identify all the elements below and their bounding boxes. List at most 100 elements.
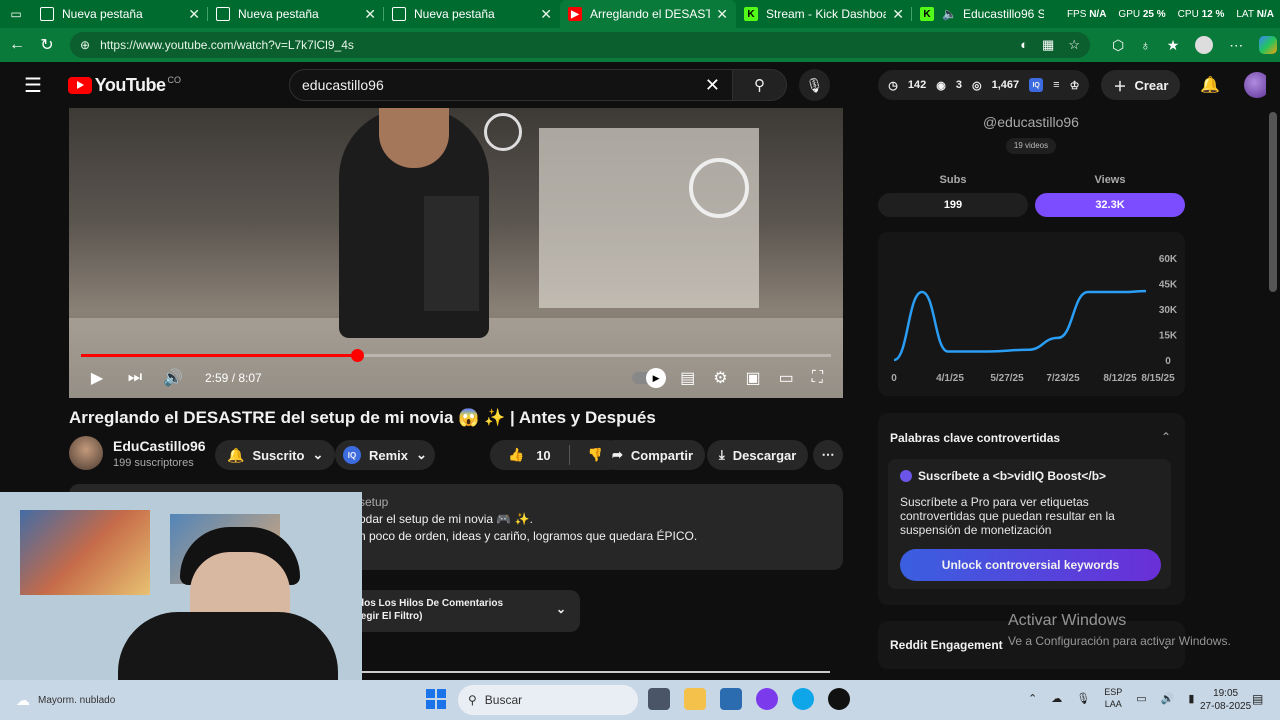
discord-icon[interactable] xyxy=(756,688,778,710)
url-field[interactable]: ⊕ https://www.youtube.com/watch?v=L7k7lC… xyxy=(70,32,1090,58)
tab-actions-icon[interactable]: ▭ xyxy=(0,0,32,28)
language-indicator[interactable]: ESP LAA xyxy=(1104,686,1122,710)
tab-nueva-2[interactable]: Nueva pestaña ✕ xyxy=(208,0,384,28)
store-icon[interactable] xyxy=(720,688,742,710)
volume-icon[interactable]: 🔊 xyxy=(155,368,191,388)
chevron-up-icon[interactable]: ⌃ xyxy=(1161,430,1171,444)
y-tick-label: 15K xyxy=(1159,331,1178,342)
file-explorer-icon[interactable] xyxy=(684,688,706,710)
y-tick-label: 60K xyxy=(1159,254,1178,265)
chevron-up-icon[interactable]: ⌃ xyxy=(1028,692,1037,705)
task-view-icon[interactable] xyxy=(648,688,670,710)
performance-icon[interactable]: ♁ xyxy=(1140,37,1151,53)
close-icon[interactable]: ✕ xyxy=(892,6,904,23)
tab-kick-dashboard[interactable]: K Stream - Kick Dashboard ✕ xyxy=(736,0,912,28)
trophy-icon[interactable]: ♔ xyxy=(1070,79,1080,92)
copilot-icon[interactable] xyxy=(1259,36,1278,54)
weather-widget[interactable]: ☁ Mayorm. nublado xyxy=(16,692,115,709)
close-icon[interactable]: ✕ xyxy=(364,6,376,23)
remix-button[interactable]: IQ Remix ⌄ xyxy=(335,440,435,470)
back-icon[interactable]: ← xyxy=(2,30,32,60)
network-icon[interactable]: ▭ xyxy=(1136,692,1146,705)
youtube-logo[interactable]: YouTube CO xyxy=(67,75,182,96)
next-icon[interactable]: ⏭ xyxy=(117,369,153,387)
search-input[interactable]: educastillo96 xyxy=(302,77,692,93)
favorite-star-icon[interactable]: ☆ xyxy=(1068,37,1080,53)
edge-icon[interactable] xyxy=(792,688,814,710)
scrollbar-thumb[interactable] xyxy=(1269,112,1277,292)
vidiq-stats-pill[interactable]: ◷ 142 ◉ 3 ◎ 1,467 IQ ≡ ♔ xyxy=(878,70,1090,100)
lat-readout: LAT N/A xyxy=(1236,8,1274,20)
more-actions-button[interactable]: ⋯ xyxy=(813,440,843,470)
views-tab[interactable]: 32.3K xyxy=(1035,193,1185,217)
more-icon[interactable]: ⋯ xyxy=(1229,37,1243,54)
filter-label: dos Los Hilos De Comentarios xyxy=(358,598,504,609)
tab-kick-stream[interactable]: K 🔈 Educastillo96 Stream xyxy=(912,0,1052,28)
download-button[interactable]: ⤓ Descargar xyxy=(707,440,809,470)
create-button[interactable]: ＋ Crear xyxy=(1101,70,1181,100)
unlock-keywords-button[interactable]: Unlock controversial keywords xyxy=(900,549,1161,581)
battery-icon[interactable]: ▮ xyxy=(1188,692,1194,705)
tab-nueva-3[interactable]: Nueva pestaña ✕ xyxy=(384,0,560,28)
progress-bar[interactable] xyxy=(81,349,831,362)
comments-filter-dropdown[interactable]: dos Los Hilos De Comentarios legir El Fi… xyxy=(340,590,580,632)
country-code: CO xyxy=(167,75,182,85)
youtube-header: ☰ YouTube CO educastillo96 ✕ ⚲ 🎙 ◷ 142 ◉ 3… xyxy=(0,62,1271,108)
search-button[interactable]: ⚲ xyxy=(733,69,787,101)
close-icon[interactable]: ✕ xyxy=(188,6,200,23)
mic-icon[interactable]: 🎙 xyxy=(1076,692,1090,705)
system-clock[interactable]: 19:05 27-08-2025 xyxy=(1200,687,1251,713)
like-icon[interactable]: 👍 xyxy=(508,447,524,463)
mute-icon[interactable]: 🔈 xyxy=(942,7,957,21)
menu-icon[interactable]: ☰ xyxy=(24,73,48,98)
site-info-icon[interactable]: ⊕ xyxy=(80,38,90,52)
apps-icon[interactable]: ▦ xyxy=(1042,37,1054,53)
clear-icon[interactable]: ✕ xyxy=(692,75,732,96)
notifications-icon[interactable]: 🔔 xyxy=(1200,75,1220,95)
voice-search-button[interactable]: 🎙 xyxy=(798,69,831,101)
reading-icon[interactable]: ◐ xyxy=(1020,37,1028,53)
fullscreen-icon[interactable]: ⛶ xyxy=(812,369,823,387)
views-label: Views xyxy=(1094,174,1126,186)
favorites-icon[interactable]: ★ xyxy=(1167,37,1180,54)
onedrive-icon[interactable]: ☁ xyxy=(1051,692,1062,705)
chevron-down-icon: ⌄ xyxy=(312,447,324,462)
scrubber-handle[interactable] xyxy=(350,349,364,362)
tab-nueva-1[interactable]: Nueva pestaña ✕ xyxy=(32,0,208,28)
more-icon: ⋯ xyxy=(821,447,835,462)
y-tick-label: 30K xyxy=(1159,305,1178,316)
miniplayer-icon[interactable]: ▣ xyxy=(746,368,761,388)
share-button[interactable]: ➦ Compartir xyxy=(600,440,706,470)
vidiq-icon[interactable]: IQ xyxy=(1029,78,1044,92)
subscribed-button[interactable]: 🔔 Suscrito ⌄ xyxy=(215,440,336,470)
extensions-icon[interactable]: ⬡ xyxy=(1112,37,1124,54)
tab-youtube-active[interactable]: ▶ Arreglando el DESASTRE del ✕ xyxy=(560,0,736,28)
player-controls: ▶ ⏭ 🔊 2:59 / 8:07 ▤ ⚙ ▣ ▭ ⛶ xyxy=(69,363,843,393)
theater-icon[interactable]: ▭ xyxy=(779,368,794,388)
notification-icon[interactable]: ▤ xyxy=(1252,692,1263,706)
speaker-icon[interactable]: 🔊 xyxy=(1161,692,1175,705)
description-title: setup xyxy=(359,495,389,509)
page-scrollbar[interactable] xyxy=(1266,62,1280,672)
reload-icon[interactable]: ↻ xyxy=(32,30,62,60)
profile-avatar[interactable] xyxy=(1195,36,1214,54)
obs-icon[interactable] xyxy=(828,688,850,710)
chevron-down-icon[interactable]: ⌄ xyxy=(416,447,427,463)
subtitles-icon[interactable]: ▤ xyxy=(680,368,695,388)
vidiq-sidebar: @educastillo96 19 videos Subs Views 199 … xyxy=(866,108,1266,672)
webcam-overlay xyxy=(0,492,362,698)
channel-name[interactable]: EduCastillo96 xyxy=(113,438,206,454)
play-icon[interactable]: ▶ xyxy=(79,368,115,388)
autoplay-toggle[interactable] xyxy=(632,368,667,388)
close-icon[interactable]: ✕ xyxy=(540,6,552,23)
subs-tab[interactable]: 199 xyxy=(878,193,1028,217)
video-player[interactable]: ▶ ⏭ 🔊 2:59 / 8:07 ▤ ⚙ ▣ ▭ ⛶ xyxy=(69,108,843,398)
tab-label: Stream - Kick Dashboard xyxy=(766,7,887,21)
settings-gear-icon[interactable]: ⚙ xyxy=(713,368,727,388)
start-button[interactable] xyxy=(426,689,446,709)
list-icon[interactable]: ≡ xyxy=(1053,79,1059,91)
channel-avatar[interactable] xyxy=(69,436,103,470)
close-icon[interactable]: ✕ xyxy=(716,6,728,23)
search-box[interactable]: educastillo96 ✕ xyxy=(289,69,734,101)
taskbar-search[interactable]: ⚲ Buscar xyxy=(458,685,638,715)
